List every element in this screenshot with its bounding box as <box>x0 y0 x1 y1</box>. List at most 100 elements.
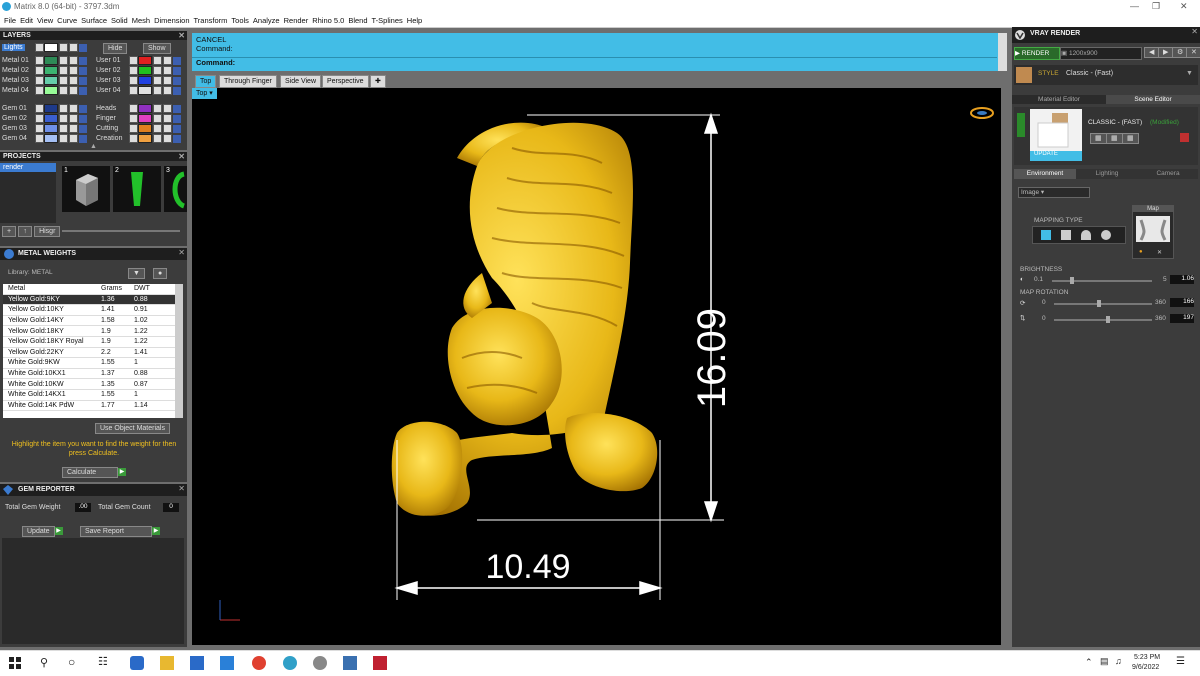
lock-icon[interactable] <box>59 86 68 95</box>
edge-browser-icon[interactable] <box>130 656 144 670</box>
chrome-icon[interactable] <box>252 656 266 670</box>
render-button[interactable]: ▶ RENDER <box>1014 47 1060 60</box>
menu-tools[interactable]: Tools <box>231 16 249 25</box>
map-load-icon[interactable]: ● <box>1139 249 1143 255</box>
layer-toggle[interactable] <box>35 66 44 75</box>
lock-icon[interactable] <box>59 114 68 123</box>
lock-icon[interactable] <box>59 124 68 133</box>
layer-flag-icon[interactable] <box>79 124 87 133</box>
layer-flag-icon[interactable] <box>173 66 181 75</box>
layer-color-swatch[interactable] <box>44 56 58 65</box>
app-icon[interactable] <box>373 656 387 670</box>
close-icon[interactable]: ✕ <box>178 484 185 493</box>
close-render-icon[interactable]: ✕ <box>1186 47 1200 58</box>
save-report-button[interactable]: Save Report ▶ <box>80 526 160 537</box>
brightness-slider[interactable] <box>1052 280 1152 282</box>
layer-color-swatch[interactable] <box>44 124 58 133</box>
add-project-button[interactable]: + <box>2 226 17 237</box>
metal-table-scrollbar[interactable] <box>175 284 183 418</box>
layer-row[interactable]: User 02 <box>96 66 186 75</box>
notifications-icon[interactable]: ☰ <box>1176 656 1185 667</box>
layer-toggle[interactable] <box>34 43 44 52</box>
layer-row[interactable]: Gem 04 <box>2 134 92 143</box>
resolution-field[interactable]: ▣ 1200x900 <box>1060 47 1142 60</box>
layer-flag-icon[interactable] <box>173 124 181 133</box>
brightness-slider-handle[interactable] <box>1069 277 1074 284</box>
layer-row[interactable]: Cutting <box>96 124 186 133</box>
layer-row[interactable]: Metal 04 <box>2 86 92 95</box>
bulb-icon[interactable] <box>163 56 172 65</box>
layer-toggle[interactable] <box>35 104 44 113</box>
lock-icon[interactable] <box>59 134 68 143</box>
tab-through-finger[interactable]: Through Finger <box>219 75 277 88</box>
store-icon[interactable] <box>190 656 204 670</box>
layer-color-swatch[interactable] <box>138 124 152 133</box>
add-tab-icon[interactable]: ✚ <box>370 75 386 88</box>
brightness-value[interactable]: 1.06 <box>1170 275 1194 284</box>
tab-lighting[interactable]: Lighting <box>1076 169 1138 179</box>
layer-flag-icon[interactable] <box>173 86 181 95</box>
table-row[interactable]: Yellow Gold:22KY 2.2 1.41 <box>3 347 175 359</box>
menu-surface[interactable]: Surface <box>81 16 107 25</box>
material-tool-icon[interactable]: ▦ <box>1106 133 1123 144</box>
layer-row[interactable]: Metal 02 <box>2 66 92 75</box>
table-row[interactable]: Yellow Gold:9KY 1.36 0.88 <box>3 294 175 306</box>
layer-toggle[interactable] <box>129 56 138 65</box>
layer-toggle[interactable] <box>129 66 138 75</box>
maximize-icon[interactable]: ❐ <box>1152 1 1160 12</box>
layer-row[interactable]: Gem 01 <box>2 104 92 113</box>
column-header-metal[interactable]: Metal <box>3 284 96 295</box>
layer-toggle[interactable] <box>129 104 138 113</box>
menu-tsplines[interactable]: T-Splines <box>372 16 403 25</box>
material-update-label[interactable]: UPDATE <box>1034 151 1058 157</box>
layer-flag-icon[interactable] <box>79 134 87 143</box>
menu-mesh[interactable]: Mesh <box>132 16 150 25</box>
lock-icon[interactable] <box>59 104 68 113</box>
tab-top[interactable]: Top <box>195 75 217 88</box>
layer-flag-icon[interactable] <box>78 43 87 52</box>
photos-icon[interactable] <box>343 656 357 670</box>
layer-flag-icon[interactable] <box>79 66 87 75</box>
expand-icon[interactable] <box>1017 113 1025 137</box>
layer-flag-icon[interactable] <box>173 134 181 143</box>
map-preview[interactable]: Map ● ✕ <box>1132 205 1174 259</box>
menu-view[interactable]: View <box>37 16 53 25</box>
table-row[interactable]: Yellow Gold:10KY 1.41 0.91 <box>3 304 175 316</box>
menu-edit[interactable]: Edit <box>20 16 33 25</box>
mapping-sphere-icon[interactable] <box>1101 230 1111 240</box>
table-row[interactable]: Yellow Gold:18KY Royal 1.9 1.22 <box>3 336 175 348</box>
calculate-button[interactable]: Calculate ▶ <box>62 467 126 478</box>
bulb-icon[interactable] <box>163 76 172 85</box>
lock-icon[interactable] <box>59 76 68 85</box>
layer-color-swatch[interactable] <box>44 104 58 113</box>
layer-row[interactable]: Gem 03 <box>2 124 92 133</box>
tab-scene-editor[interactable]: Scene Editor <box>1106 95 1200 104</box>
bulb-icon[interactable] <box>69 76 78 85</box>
layer-toggle[interactable] <box>129 114 138 123</box>
layer-toggle[interactable] <box>129 76 138 85</box>
layer-color-swatch[interactable] <box>44 114 58 123</box>
project-thumb-3[interactable]: 3 <box>164 166 187 212</box>
style-selector[interactable]: STYLE Classic - (Fast) ▼ <box>1014 65 1198 85</box>
layer-toggle[interactable] <box>35 134 44 143</box>
layer-flag-icon[interactable] <box>79 56 87 65</box>
menu-analyze[interactable]: Analyze <box>253 16 280 25</box>
layer-row[interactable]: User 01 <box>96 56 186 65</box>
layer-color-swatch[interactable] <box>138 86 152 95</box>
delete-icon[interactable] <box>1180 133 1189 142</box>
bulb-icon[interactable] <box>163 66 172 75</box>
rotation-1-slider[interactable] <box>1054 303 1152 305</box>
menu-rhino[interactable]: Rhino 5.0 <box>312 16 344 25</box>
update-button[interactable]: Update ▶ <box>22 526 63 537</box>
layer-color-swatch[interactable] <box>138 114 152 123</box>
layer-color-swatch[interactable] <box>138 56 152 65</box>
library-toggle-button[interactable]: ▼ <box>128 268 145 279</box>
lock-icon[interactable] <box>59 56 68 65</box>
bulb-icon[interactable] <box>163 104 172 113</box>
menu-curve[interactable]: Curve <box>57 16 77 25</box>
lock-icon[interactable] <box>58 43 68 52</box>
up-project-button[interactable]: ↑ <box>18 226 32 237</box>
collapse-icon[interactable]: ▲ <box>90 143 97 150</box>
search-icon[interactable]: ⚲ <box>40 656 48 669</box>
bulb-icon[interactable] <box>69 124 78 133</box>
